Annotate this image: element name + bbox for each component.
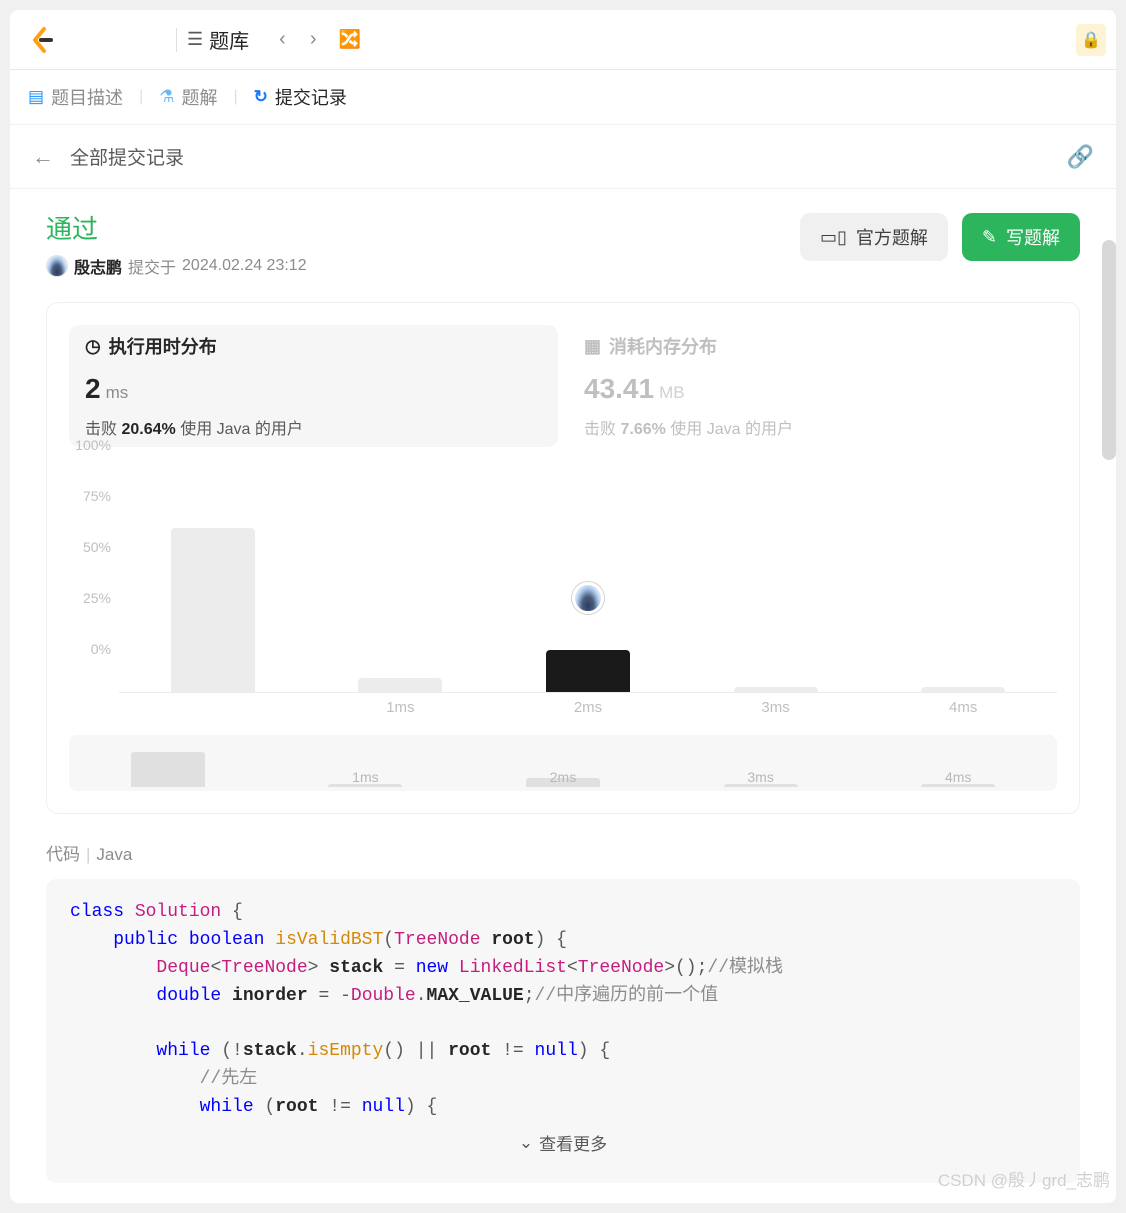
chart-bar[interactable]	[358, 678, 442, 692]
chart-bar[interactable]	[171, 528, 255, 692]
runtime-unit: ms	[106, 383, 129, 403]
memory-unit: MB	[659, 383, 685, 403]
minimap-label: 3ms	[747, 769, 773, 785]
tab-label: 提交记录	[275, 84, 347, 110]
show-more-label: 查看更多	[539, 1130, 607, 1155]
tab-submissions[interactable]: ↻ 提交记录	[254, 84, 347, 110]
user-name[interactable]: 殷志鹏	[74, 254, 122, 278]
tabs: ▤ 题目描述 | ⚗ 题解 | ↻ 提交记录	[10, 70, 1116, 125]
runtime-value: 2	[85, 373, 101, 405]
status-row: 通过 殷志鹏 提交于 2024.02.24 23:12 ▭▯ 官方题解 ✎ 写题…	[46, 209, 1080, 278]
divider	[176, 28, 177, 52]
clock-icon: ◷	[85, 336, 101, 357]
button-label: 写题解	[1006, 224, 1060, 250]
x-tick: 3ms	[761, 699, 789, 716]
shuffle-icon[interactable]: 🔀	[338, 29, 360, 50]
runtime-panel[interactable]: ◷ 执行用时分布 2 ms 击败 20.64% 使用 Java 的用户	[69, 325, 558, 447]
runtime-distribution-chart: 0%25%50%75%100% 1ms2ms3ms4ms	[119, 461, 1057, 721]
chevron-down-icon: ⌄	[519, 1133, 533, 1153]
minimap-label: 4ms	[945, 769, 971, 785]
y-tick: 50%	[69, 539, 119, 555]
submitter-info: 殷志鹏 提交于 2024.02.24 23:12	[46, 254, 307, 278]
y-tick: 0%	[69, 641, 119, 657]
minimap-bar	[131, 752, 205, 788]
divider: |	[233, 88, 237, 106]
description-icon: ▤	[28, 87, 44, 107]
watermark: CSDN @殷丿grd_志鹏	[938, 1166, 1110, 1191]
button-label: 官方题解	[856, 224, 928, 250]
divider: |	[139, 88, 143, 106]
chart-bar[interactable]	[921, 687, 1005, 692]
chart-bar[interactable]	[546, 650, 630, 692]
runtime-beats: 击败 20.64% 使用 Java 的用户	[85, 415, 542, 439]
code-header: 代码|Java	[46, 840, 1080, 865]
tab-label: 题解	[181, 84, 217, 110]
code-block: class Solution { public boolean isValidB…	[46, 879, 1080, 1183]
book-icon: ▭▯	[820, 227, 847, 248]
official-solution-button[interactable]: ▭▯ 官方题解	[800, 213, 948, 261]
write-solution-button[interactable]: ✎ 写题解	[962, 213, 1080, 261]
problems-link[interactable]: 题库	[209, 25, 249, 54]
memory-panel[interactable]: ▦ 消耗内存分布 43.41 MB 击败 7.66% 使用 Java 的用户	[568, 325, 1057, 447]
x-tick: 4ms	[949, 699, 977, 716]
x-tick: 1ms	[386, 699, 414, 716]
minimap-label: 1ms	[352, 769, 378, 785]
code-language: Java	[96, 845, 132, 864]
tab-solutions[interactable]: ⚗ 题解	[159, 84, 217, 110]
memory-beats: 击败 7.66% 使用 Java 的用户	[584, 415, 1041, 439]
x-tick: 2ms	[574, 699, 602, 716]
stat-title: 消耗内存分布	[609, 333, 717, 359]
back-button[interactable]: ←	[32, 144, 54, 170]
stats-card: ◷ 执行用时分布 2 ms 击败 20.64% 使用 Java 的用户 ▦ 消耗内存…	[46, 302, 1080, 814]
tab-label: 题目描述	[51, 84, 123, 110]
submitted-time: 2024.02.24 23:12	[182, 257, 307, 275]
prev-problem-button[interactable]: ‹	[267, 24, 298, 55]
history-icon: ↻	[254, 87, 268, 107]
minimap-label: 2ms	[550, 769, 576, 785]
show-more-button[interactable]: ⌄ 查看更多	[70, 1122, 1056, 1163]
top-bar: ☰ 题库 ‹ › 🔀 🔒	[10, 10, 1116, 70]
flask-icon: ⚗	[159, 87, 174, 107]
edit-icon: ✎	[982, 227, 997, 248]
sub-header: ← 全部提交记录 🔗	[10, 125, 1116, 189]
avatar[interactable]	[46, 255, 68, 277]
chip-icon: ▦	[584, 336, 601, 357]
status-text: 通过	[46, 209, 307, 246]
y-tick: 75%	[69, 488, 119, 504]
copy-link-icon[interactable]: 🔗	[1067, 144, 1094, 170]
tab-description[interactable]: ▤ 题目描述	[28, 84, 123, 110]
memory-value: 43.41	[584, 373, 654, 405]
stat-title: 执行用时分布	[109, 333, 217, 359]
y-tick: 25%	[69, 590, 119, 606]
premium-lock-icon[interactable]: 🔒	[1076, 24, 1106, 56]
user-marker	[572, 582, 604, 614]
content-card: ▤ 题目描述 | ⚗ 题解 | ↻ 提交记录 ← 全部提交记录 🔗 通过 殷志鹏…	[10, 70, 1116, 1203]
submitted-label: 提交于	[128, 254, 176, 278]
next-problem-button[interactable]: ›	[298, 24, 329, 55]
leetcode-logo	[28, 26, 56, 54]
y-tick: 100%	[69, 437, 119, 453]
sub-header-title: 全部提交记录	[70, 143, 1067, 170]
list-icon: ☰	[187, 29, 203, 50]
chart-minimap[interactable]: 1ms 2ms 3ms 4ms	[69, 735, 1057, 791]
avatar	[572, 582, 604, 614]
chart-bar[interactable]	[734, 687, 818, 692]
